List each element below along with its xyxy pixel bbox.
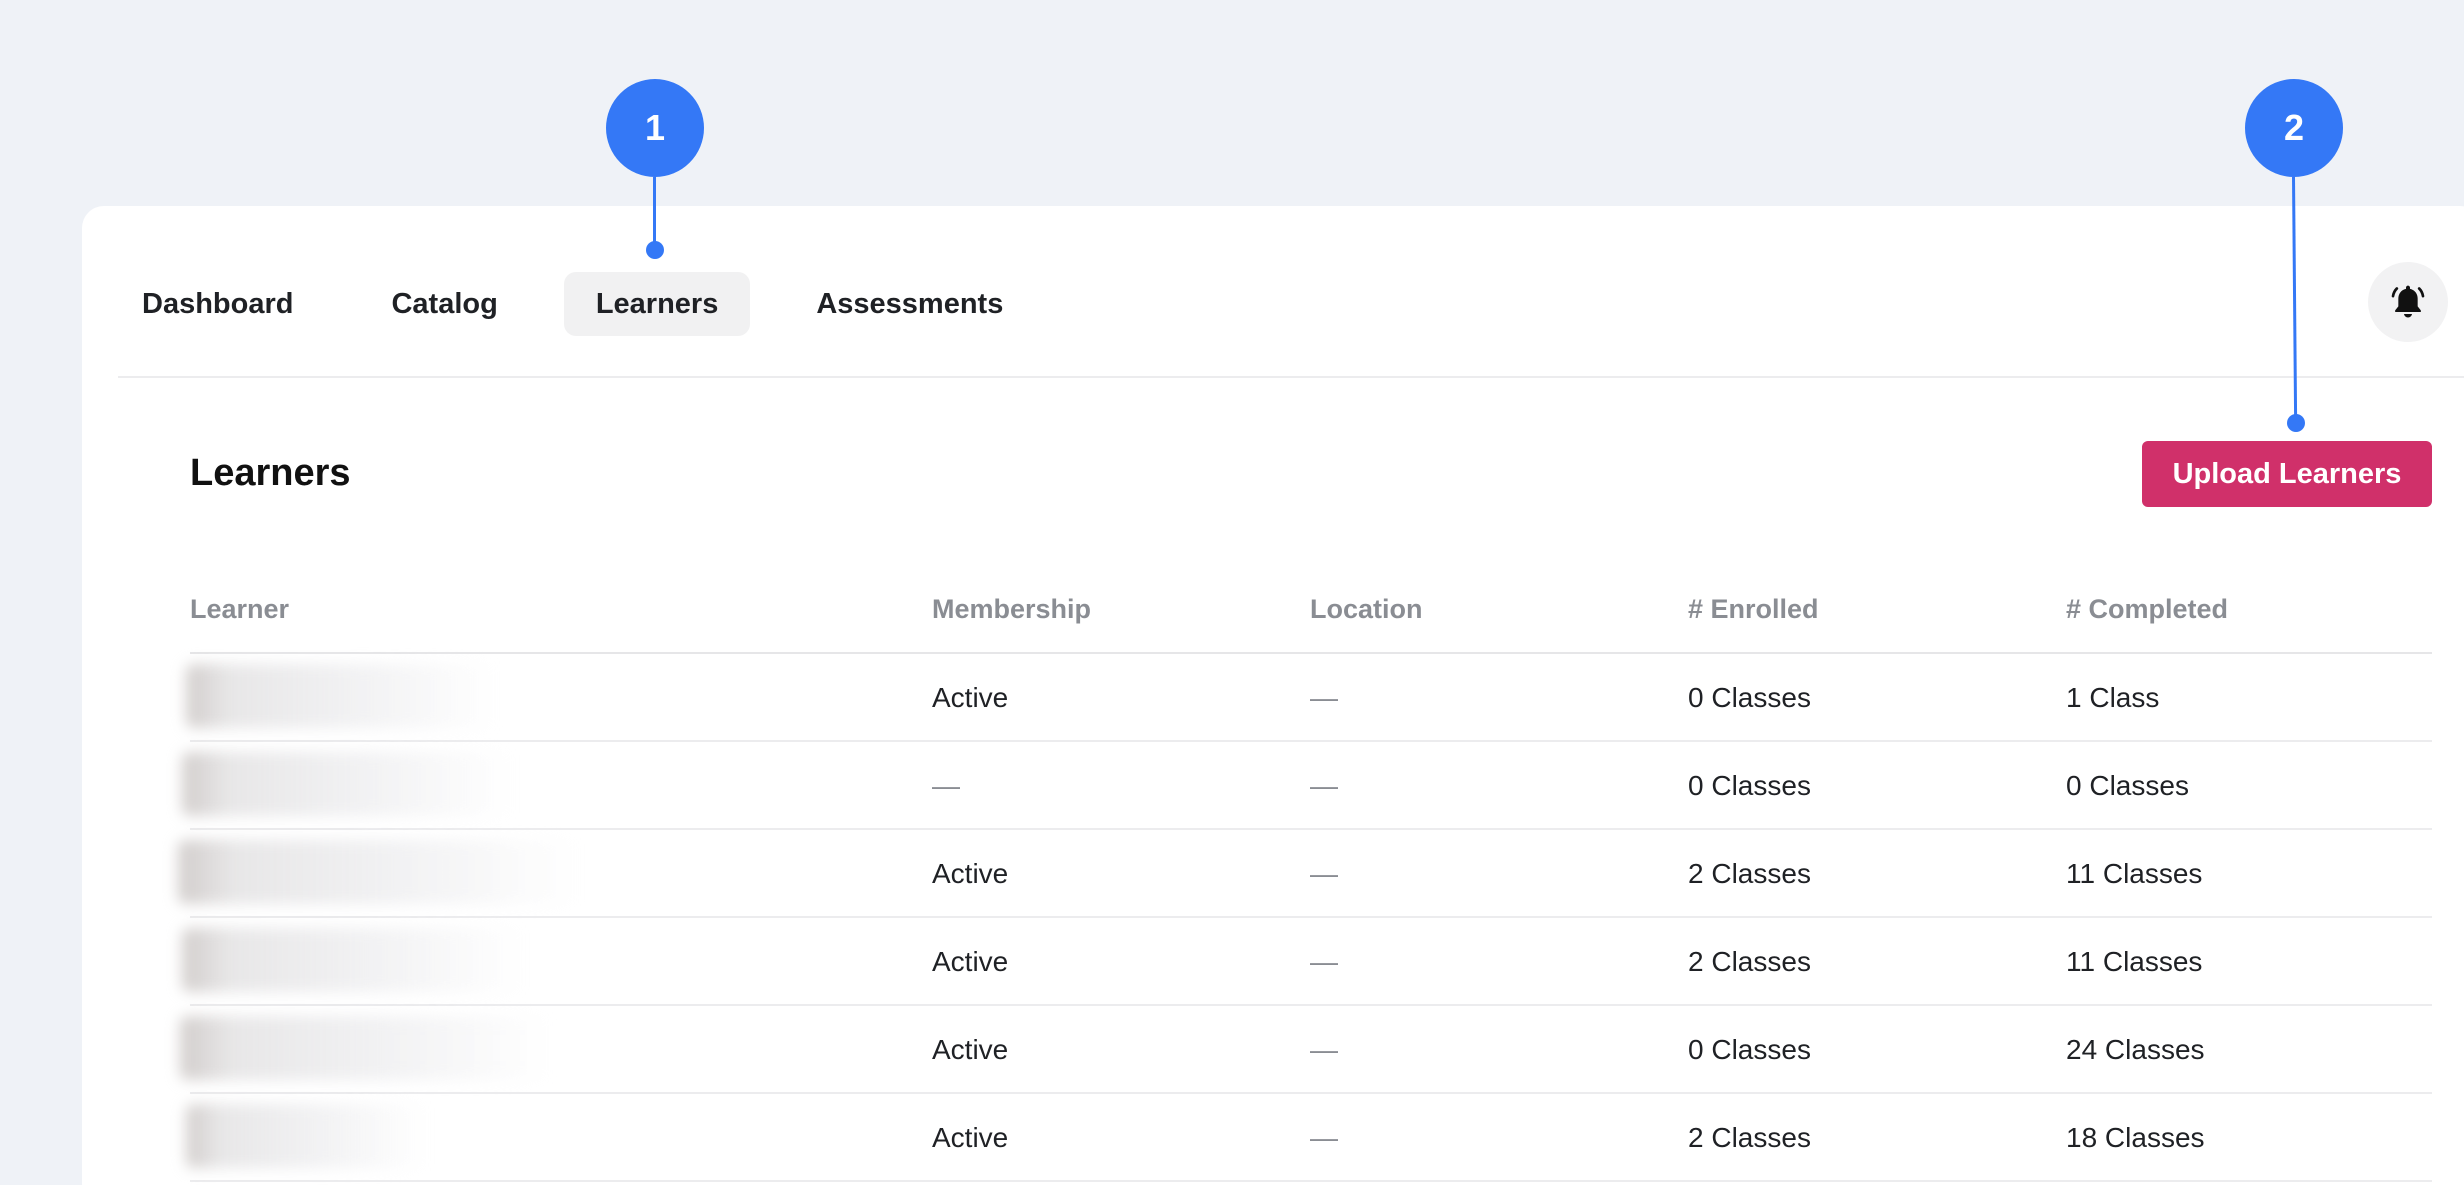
learner-name-redacted[interactable]: [186, 664, 496, 728]
learner-name-redacted[interactable]: [182, 928, 522, 992]
table-row[interactable]: Active — 2 Classes 11 Classes: [182, 918, 2432, 1006]
completed-cell: 1 Class: [2066, 682, 2160, 713]
enrolled-cell: 0 Classes: [1688, 770, 1811, 801]
learner-name-redacted[interactable]: [182, 752, 512, 816]
location-cell: —: [1310, 858, 1338, 889]
annotation-leader-line-1: [653, 177, 656, 251]
location-cell: —: [1310, 946, 1338, 977]
learner-name-redacted[interactable]: [186, 1104, 426, 1168]
learner-name-redacted[interactable]: [178, 840, 578, 904]
table-header: Learner Membership Location # Enrolled #…: [190, 572, 2432, 654]
tab-assessments[interactable]: Assessments: [784, 272, 1035, 336]
completed-cell: 24 Classes: [2066, 1034, 2205, 1065]
top-nav: Dashboard Catalog Learners Assessments: [118, 272, 1035, 336]
enrolled-cell: 2 Classes: [1688, 858, 1811, 889]
upload-learners-button[interactable]: Upload Learners: [2142, 441, 2432, 507]
enrolled-cell: 2 Classes: [1688, 1122, 1811, 1153]
column-header-completed[interactable]: # Completed: [2066, 594, 2228, 625]
annotation-marker-2: 2: [2245, 79, 2343, 177]
notifications-button[interactable]: [2368, 262, 2448, 342]
page-title: Learners: [190, 452, 351, 494]
completed-cell: 0 Classes: [2066, 770, 2189, 801]
membership-cell: Active: [932, 682, 1009, 713]
location-cell: —: [1310, 770, 1338, 801]
table-row[interactable]: — — 0 Classes 0 Classes: [182, 742, 2432, 830]
tab-dashboard[interactable]: Dashboard: [118, 272, 325, 336]
membership-cell: —: [932, 770, 960, 801]
table-row[interactable]: Active — 2 Classes 18 Classes: [186, 1094, 2432, 1182]
column-header-learner[interactable]: Learner: [190, 594, 289, 625]
enrolled-cell: 0 Classes: [1688, 1034, 1811, 1065]
enrolled-cell: 2 Classes: [1688, 946, 1811, 977]
location-cell: —: [1310, 682, 1338, 713]
completed-cell: 11 Classes: [2066, 946, 2203, 977]
column-header-location[interactable]: Location: [1310, 594, 1423, 625]
enrolled-cell: 0 Classes: [1688, 682, 1811, 713]
membership-cell: Active: [932, 1034, 1009, 1065]
membership-cell: Active: [932, 946, 1009, 977]
learner-name-redacted[interactable]: [180, 1016, 550, 1080]
page: Dashboard Catalog Learners Assessments L…: [0, 0, 2464, 1185]
learners-table: Learner Membership Location # Enrolled #…: [178, 572, 2432, 1182]
column-header-enrolled[interactable]: # Enrolled: [1688, 594, 1819, 625]
tab-catalog[interactable]: Catalog: [359, 272, 529, 336]
table-row[interactable]: Active — 2 Classes 11 Classes: [178, 830, 2432, 918]
main-card: Dashboard Catalog Learners Assessments L…: [82, 206, 2464, 1185]
column-header-membership[interactable]: Membership: [932, 594, 1091, 625]
nav-divider: [118, 376, 2464, 378]
annotation-pointer-dot-2: [2287, 414, 2305, 432]
annotation-marker-1: 1: [606, 79, 704, 177]
completed-cell: 18 Classes: [2066, 1122, 2205, 1153]
annotation-pointer-dot-1: [646, 241, 664, 259]
completed-cell: 11 Classes: [2066, 858, 2203, 889]
tab-learners[interactable]: Learners: [563, 272, 751, 336]
table-row[interactable]: Active — 0 Classes 1 Class: [186, 654, 2432, 742]
bell-icon: [2391, 285, 2425, 318]
membership-cell: Active: [932, 1122, 1009, 1153]
membership-cell: Active: [932, 858, 1009, 889]
location-cell: —: [1310, 1034, 1338, 1065]
location-cell: —: [1310, 1122, 1338, 1153]
table-row[interactable]: Active — 0 Classes 24 Classes: [180, 1006, 2432, 1094]
